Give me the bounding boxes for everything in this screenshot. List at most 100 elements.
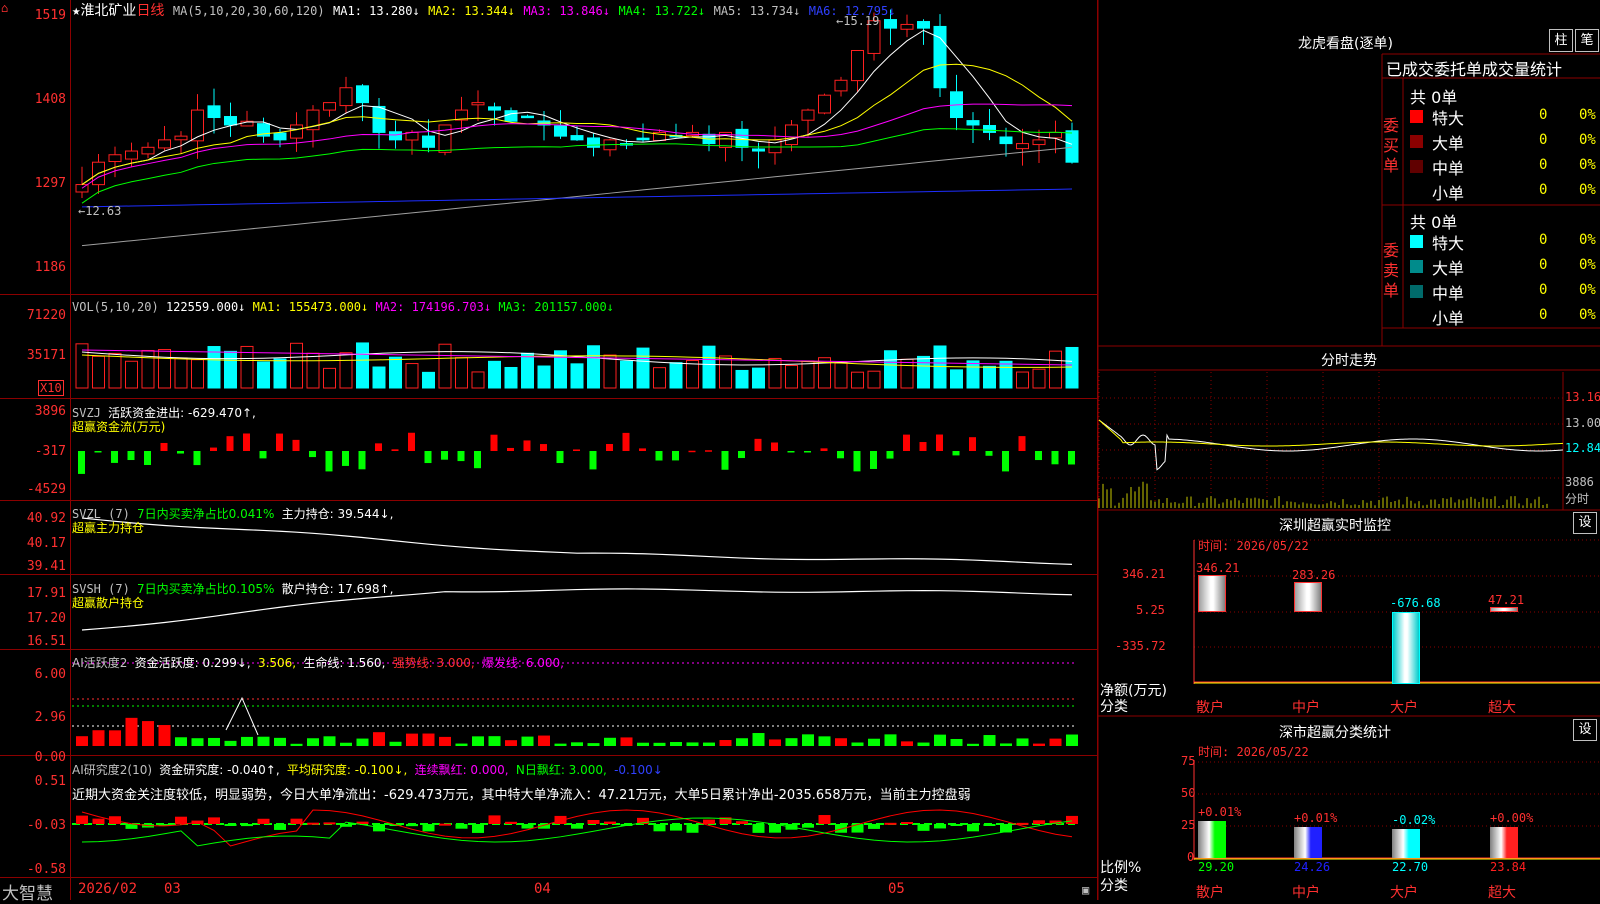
volume-bar xyxy=(422,371,435,389)
vol-axis-label: 35171 xyxy=(26,348,66,363)
ai-research-bar xyxy=(587,819,600,824)
monitor-bar[interactable] xyxy=(1294,582,1322,612)
price-axis-label: 1297 xyxy=(34,176,66,191)
monitor-bar[interactable] xyxy=(1392,612,1420,684)
ai-activity-bar xyxy=(983,735,996,746)
volume-bar xyxy=(653,367,666,389)
ai-activity-bar xyxy=(851,742,864,746)
sell-row-name: 大单 xyxy=(1432,259,1465,278)
ai-activity-bar xyxy=(142,721,154,746)
classify-value-label: 29.20 xyxy=(1198,860,1235,874)
lock-icon[interactable]: ▣ xyxy=(1082,883,1089,897)
vol-axis-label: 71220 xyxy=(26,308,66,323)
ai-activity-bar xyxy=(637,742,649,746)
svzj-bar xyxy=(754,438,762,451)
intraday-title[interactable]: 分时走势 xyxy=(1321,350,1377,370)
ai-activity-bar xyxy=(373,732,385,746)
date-label: 04 xyxy=(534,881,551,897)
sell-legend-swatch xyxy=(1410,260,1423,273)
ai-research-bar xyxy=(208,817,220,824)
volume-bar xyxy=(92,355,105,389)
period-label[interactable]: 日线 xyxy=(136,3,164,19)
classify-bar[interactable] xyxy=(1198,820,1226,858)
ai-activity-bar xyxy=(934,734,946,746)
svzj-bar xyxy=(177,451,184,454)
candle-body xyxy=(174,135,188,141)
volume-bar xyxy=(1049,350,1062,389)
stock-name[interactable]: 淮北矿业 xyxy=(80,3,136,19)
monitor-bar[interactable] xyxy=(1490,607,1518,612)
tick-mode-button[interactable]: 笔 xyxy=(1575,29,1599,52)
ai-activity-bar xyxy=(356,738,369,746)
monitor-bar-label: 283.26 xyxy=(1292,568,1336,582)
low-price-marker: ←12.63 xyxy=(78,204,122,218)
candle-body xyxy=(1049,131,1062,139)
classify-title: 深市超赢分类统计 xyxy=(1279,725,1391,741)
date-label: 03 xyxy=(164,881,181,897)
ai-activity-bar xyxy=(703,742,715,746)
sell-row-name: 中单 xyxy=(1432,284,1465,303)
volume-bar xyxy=(570,363,584,389)
ai-activity-bar xyxy=(538,735,550,746)
main-chart-header: ★淮北矿业日线 MA(5,10,20,30,60,120) MA1: 13.28… xyxy=(72,0,895,20)
svzj-bar xyxy=(1068,451,1075,465)
ai-research-bar xyxy=(488,815,501,824)
ai-research-bar xyxy=(917,824,930,831)
chart-area[interactable]: ⌂ ★淮北矿业日线 MA(5,10,20,30,60,120) MA1: 13.… xyxy=(0,0,1098,904)
svzj-bar xyxy=(127,451,135,461)
ai-activity-bar xyxy=(1000,743,1012,746)
classify-bar[interactable] xyxy=(1294,826,1322,858)
ai-activity-bar xyxy=(274,737,286,746)
volume-bar xyxy=(587,345,600,389)
intraday-unit-label: 分时 xyxy=(1565,492,1590,506)
classify-axis-label: 0 xyxy=(1187,850,1195,864)
ai-activity-bar xyxy=(241,736,253,746)
svzj-bar xyxy=(523,440,531,451)
svzj-bar xyxy=(391,449,399,451)
svzj-bar xyxy=(672,451,679,461)
sell-row-value: 0 xyxy=(1539,257,1548,273)
svzj-bar xyxy=(243,433,250,451)
buy-row-percent: 0% xyxy=(1579,132,1596,148)
ai-research-bar xyxy=(241,824,253,827)
volume-bar xyxy=(273,358,287,389)
ma2-value: MA2: 13.344↓ xyxy=(428,4,515,18)
svzj-bar xyxy=(325,451,333,472)
ai-research-bar xyxy=(439,823,451,826)
ai-activity-bar xyxy=(109,730,121,746)
ai-research-bar xyxy=(224,824,237,826)
volume-bar xyxy=(537,365,551,389)
buy-row-percent: 0% xyxy=(1579,182,1596,198)
buy-legend-swatch xyxy=(1410,185,1423,198)
intraday-axis-label: 12.84 xyxy=(1565,441,1600,455)
classify-settings-button[interactable]: 设 xyxy=(1573,719,1597,741)
svzj-bar xyxy=(903,434,910,451)
ma5-line xyxy=(81,146,1073,247)
ai-research-bar xyxy=(472,824,484,833)
monitor-settings-button[interactable]: 设 xyxy=(1573,512,1597,534)
price-axis-label: 1519 xyxy=(34,8,66,23)
svzj-bar xyxy=(837,451,844,459)
intraday-price-line xyxy=(1098,419,1564,471)
classify-bar[interactable] xyxy=(1392,828,1420,858)
monitor-axis-label: 5.25 xyxy=(1136,603,1165,617)
bar-mode-button[interactable]: 柱 xyxy=(1549,29,1573,52)
candle-body xyxy=(158,139,171,149)
monitor-axis-label: 346.21 xyxy=(1122,567,1166,581)
classify-value-label: 23.84 xyxy=(1490,860,1527,874)
svzj-bar xyxy=(144,451,151,466)
classify-bar[interactable] xyxy=(1490,827,1518,858)
intraday-axis-label: 13.00 xyxy=(1565,416,1600,430)
svzj-subtitle: 超赢资金流(万元) xyxy=(72,420,166,434)
volume-bar xyxy=(257,361,270,389)
volume-bar xyxy=(1065,346,1079,389)
monitor-bar[interactable] xyxy=(1198,575,1226,612)
ai-activity-bar xyxy=(92,730,105,746)
candle-body xyxy=(207,105,221,119)
classify-axis-label: 25 xyxy=(1181,818,1196,832)
candle-body xyxy=(917,21,930,29)
ai-activity-bar xyxy=(323,736,336,746)
svzj-bar xyxy=(210,447,217,451)
candle-body xyxy=(1032,139,1046,146)
vol-unit-button[interactable]: X10 xyxy=(38,380,64,396)
